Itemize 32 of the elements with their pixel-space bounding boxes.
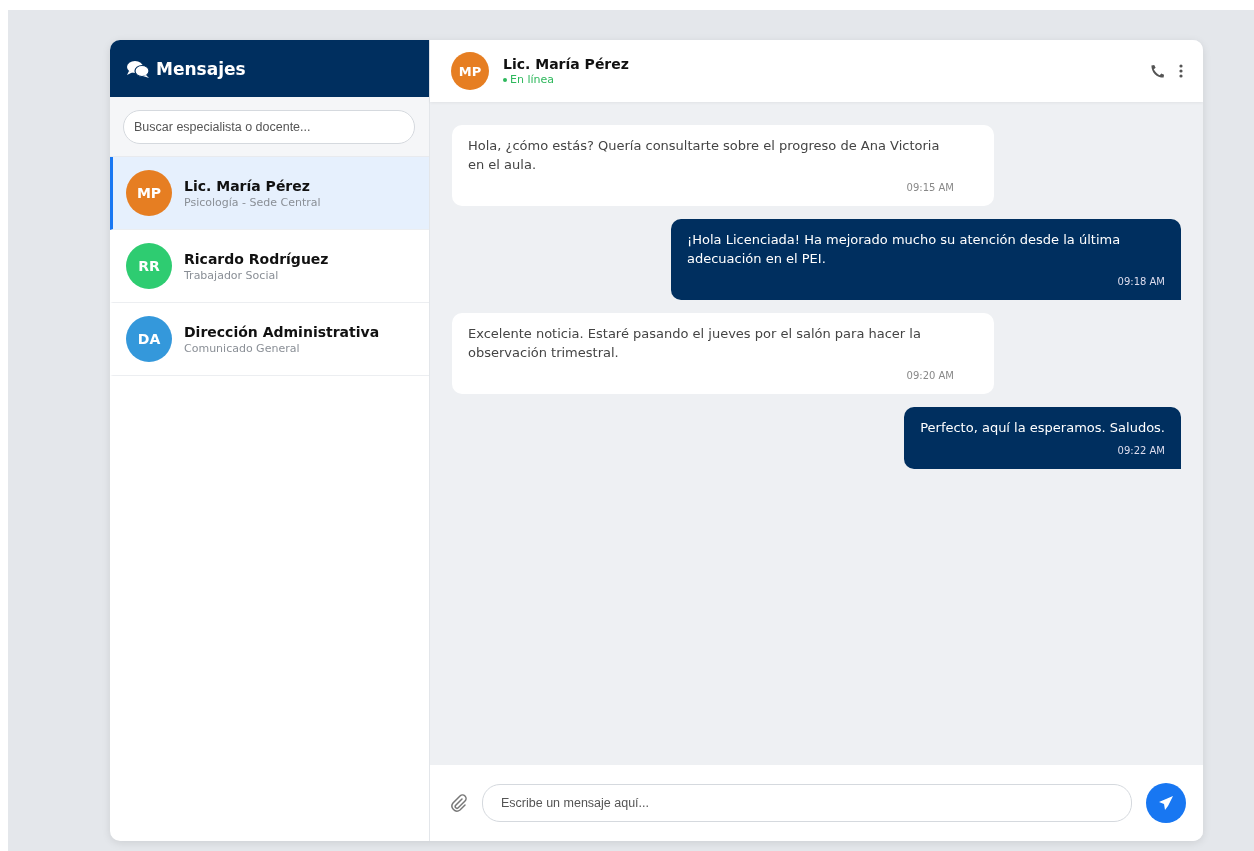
avatar: MP bbox=[451, 52, 489, 90]
send-icon bbox=[1158, 795, 1174, 811]
message-text: Excelente noticia. Estaré pasando el jueves por el salón para hacer la observación trimestral. bbox=[468, 325, 922, 362]
contact-name: Ricardo Rodríguez bbox=[184, 250, 329, 267]
message-text: ¡Hola Licenciada! Ha mejorado mucho su atención desde la última adecuación en el PEI. bbox=[687, 231, 1122, 268]
message-input[interactable]: Escribe un mensaje aquí... bbox=[482, 784, 1132, 822]
contact-item[interactable]: RR Ricardo Rodríguez Trabajador Social bbox=[110, 230, 429, 303]
message-text: Perfecto, aquí la esperamos. Saludos. bbox=[920, 419, 1165, 437]
contact-item[interactable]: DA Dirección Administrativa Comunicado General bbox=[110, 303, 429, 376]
contact-role: Psicología - Sede Central bbox=[184, 195, 321, 209]
contact-item[interactable]: MP Lic. María Pérez Psicología - Sede Central bbox=[110, 157, 429, 230]
message-time: 09:15 AM bbox=[906, 181, 954, 195]
chat-bubbles-icon bbox=[126, 59, 150, 78]
avatar: RR bbox=[126, 243, 172, 289]
message-time: 09:20 AM bbox=[906, 369, 954, 383]
avatar: DA bbox=[126, 316, 172, 362]
paperclip-icon[interactable] bbox=[450, 794, 468, 812]
avatar: MP bbox=[126, 170, 172, 216]
sidebar-title: Mensajes bbox=[156, 58, 246, 79]
contact-role: Comunicado General bbox=[184, 341, 301, 355]
contact-name: Lic. María Pérez bbox=[503, 56, 630, 72]
message-time: 09:22 AM bbox=[1117, 444, 1165, 458]
contact-name: Lic. María Pérez bbox=[184, 177, 311, 194]
message-time: 09:18 AM bbox=[1117, 275, 1165, 289]
search-field[interactable]: Buscar especialista o docente... bbox=[123, 110, 415, 144]
online-status: En línea bbox=[503, 73, 1136, 86]
more-options-icon[interactable] bbox=[1179, 64, 1183, 78]
contact-name: Dirección Administrativa bbox=[184, 323, 380, 340]
phone-icon[interactable] bbox=[1150, 63, 1165, 79]
contact-role: Trabajador Social bbox=[184, 268, 280, 282]
message-text: Hola, ¿cómo estás? Quería consultarte sobre el progreso de Ana Victoria en el aula. bbox=[468, 137, 941, 174]
send-button[interactable] bbox=[1146, 783, 1186, 823]
